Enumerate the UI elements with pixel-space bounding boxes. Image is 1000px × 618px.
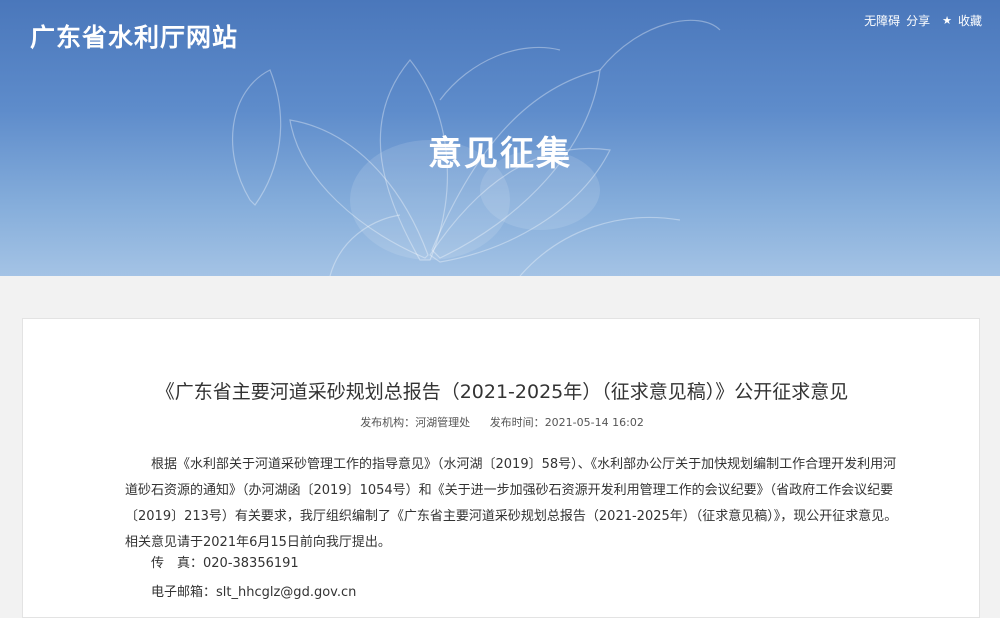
date-value: 2021-05-14 16:02 [544, 416, 644, 429]
email-line: 电子邮箱：slt_hhcglz@gd.gov.cn [125, 581, 725, 600]
body-paragraph: 根据《水利部关于河道采砂管理工作的指导意见》（水河湖〔2019〕58号）、《水利… [125, 457, 898, 550]
email-value[interactable]: slt_hhcglz@gd.gov.cn [216, 585, 356, 600]
share-link[interactable]: 分享 [906, 12, 930, 29]
accessibility-link[interactable]: 无障碍 [864, 12, 900, 29]
publisher-label: 发布机构： [360, 416, 416, 429]
article-card: 《广东省主要河道采砂规划总报告（2021-2025年）（征求意见稿）》公开征求意… [22, 318, 980, 618]
article-title: 《广东省主要河道采砂规划总报告（2021-2025年）（征求意见稿）》公开征求意… [155, 381, 849, 403]
fax-line: 传 真：020-38356191 [125, 552, 725, 571]
publisher-value: 河湖管理处 [415, 416, 471, 429]
favorite-link[interactable]: 收藏 [958, 12, 982, 29]
header-banner: 广东省水利厅网站 无障碍 分享 ★ 收藏 意见征集 [0, 0, 1000, 276]
fax-value: 020-38356191 [203, 556, 299, 571]
fax-label: 传 真： [151, 556, 204, 571]
article-body: 根据《水利部关于河道采砂管理工作的指导意见》（水河湖〔2019〕58号）、《水利… [125, 452, 900, 556]
email-label: 电子邮箱： [151, 585, 217, 600]
date-info: 发布时间：2021-05-14 16:02 [490, 416, 644, 429]
date-label: 发布时间： [489, 416, 545, 429]
site-title[interactable]: 广东省水利厅网站 [30, 18, 238, 54]
star-icon[interactable]: ★ [942, 14, 952, 27]
publisher-info: 发布机构：河湖管理处 [360, 416, 470, 429]
section-title: 意见征集 [428, 134, 572, 174]
article-meta: 发布机构：河湖管理处 发布时间：2021-05-14 16:02 [23, 414, 981, 430]
top-toolbar: 无障碍 分享 ★ 收藏 [864, 12, 982, 29]
